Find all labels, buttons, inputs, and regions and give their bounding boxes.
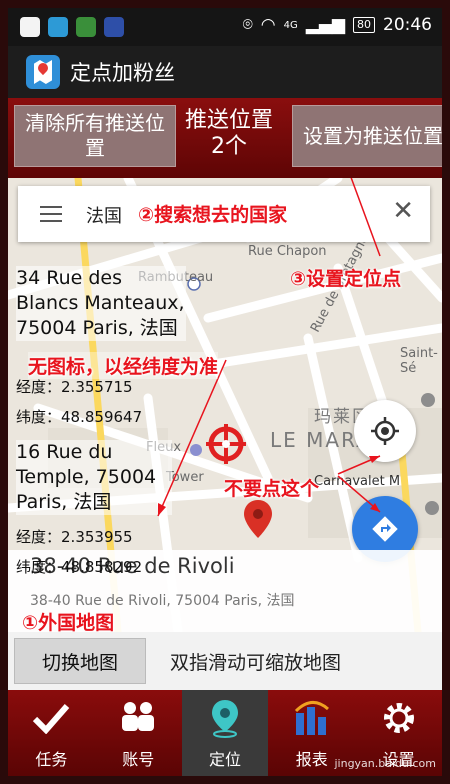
map-view[interactable]: Rambuteau Rue Chapon Rue de Bretagne Sai…: [8, 178, 442, 632]
watermark: jingyan.baidu.com: [334, 757, 436, 770]
qq-icon: [20, 17, 40, 37]
point-2-lng-label: 经度：: [16, 528, 62, 546]
search-input[interactable]: 法国: [86, 202, 122, 228]
security-icon: [76, 17, 96, 37]
app-logo-icon: [26, 55, 60, 89]
menu-icon[interactable]: [40, 206, 62, 222]
location-status-icon: ⌾: [242, 15, 253, 35]
signal-icon: ▂▄▆: [305, 15, 345, 35]
status-indicators: ⌾ ◠ 4G ▂▄▆ 80 20:46: [243, 15, 432, 35]
app-title: 定点加粉丝: [70, 61, 175, 85]
app-title-bar: 定点加粉丝: [8, 46, 442, 98]
annotation-no-icon: 无图标，以经纬度为准: [28, 352, 219, 379]
point-2-address: 16 Rue du Temple, 75004 Paris, 法国: [16, 440, 172, 515]
point-2-lat-label: 纬度：: [16, 558, 62, 576]
location-pin-icon: [203, 698, 247, 738]
battery-icon: 80: [353, 17, 375, 33]
my-location-icon: [371, 417, 399, 445]
place-address: 38-40 Rue de Rivoli, 75004 Paris, 法国: [30, 593, 295, 609]
users-icon: [116, 698, 160, 738]
point-1-lng-value: 2.355715: [61, 378, 133, 396]
push-toolbar: 清除所有推送位置 推送位置 2个 设置为推送位置: [8, 98, 442, 178]
nav-item-task[interactable]: 任务: [8, 690, 95, 776]
gallery-icon: [48, 17, 68, 37]
nav-label-account: 账号: [122, 750, 155, 769]
annotation-dont-click: 不要点这个: [224, 478, 320, 500]
set-push-location-button[interactable]: 设置为推送位置: [292, 105, 442, 167]
point-1-longitude: 经度：2.355715: [16, 376, 133, 397]
push-count-value: 2个: [211, 134, 247, 159]
point-2-lng-value: 2.353955: [61, 528, 133, 546]
point-2-lat-value: 48.858292: [61, 558, 143, 576]
map-label-carnavalet: Carnavalet M: [314, 474, 401, 489]
bottom-nav: 任务 账号 定位 报表 设置 jingyan.baidu.com: [8, 690, 442, 776]
directions-icon: [372, 516, 398, 542]
crosshair-target-icon: [206, 424, 246, 464]
bar-chart-icon: [290, 698, 334, 738]
clear-search-icon[interactable]: ✕: [392, 196, 414, 226]
nav-label-task: 任务: [35, 750, 68, 769]
annotation-search-country: ②搜索想去的国家: [138, 204, 288, 226]
clock: 20:46: [383, 15, 432, 35]
nav-item-account[interactable]: 账号: [95, 690, 182, 776]
status-bar: ⌾ ◠ 4G ▂▄▆ 80 20:46: [8, 8, 442, 46]
push-count: 推送位置 2个: [182, 108, 276, 160]
zoom-hint: 双指滑动可缩放地图: [170, 652, 342, 674]
annotation-set-point: ③设置定位点: [290, 268, 402, 290]
my-location-button[interactable]: [354, 400, 416, 462]
map-marker-icon[interactable]: [244, 500, 272, 538]
nav-label-location: 定位: [208, 750, 241, 769]
push-count-label: 推送位置: [184, 108, 273, 133]
phone-screen: ⌾ ◠ 4G ▂▄▆ 80 20:46 定点加粉丝 清除所有推送位置 推送位置 …: [8, 8, 442, 776]
point-1-lng-label: 经度：: [16, 378, 62, 396]
point-1-latitude: 纬度：48.859647: [16, 406, 142, 427]
map-label-saint-sebastien: Saint-Sé: [400, 346, 438, 376]
app-notification-icon: [104, 17, 124, 37]
checkmark-icon: [29, 698, 73, 738]
map-controls: 切换地图 双指滑动可缩放地图: [8, 632, 442, 690]
gear-icon: [377, 698, 421, 738]
map-label-chapon: Rue Chapon: [248, 244, 327, 259]
clear-all-push-button[interactable]: 清除所有推送位置: [14, 105, 176, 167]
point-2-latitude: 纬度：48.858292: [16, 556, 142, 577]
point-1-address: 34 Rue des Blancs Manteaux, 75004 Paris,…: [16, 266, 186, 341]
point-2-longitude: 经度：2.353955: [16, 526, 133, 547]
point-1-lat-label: 纬度：: [16, 408, 62, 426]
annotation-foreign-map: ①外国地图: [22, 612, 115, 632]
network-label: 4G: [283, 19, 298, 31]
nav-item-location[interactable]: 定位: [181, 690, 269, 776]
point-1-lat-value: 48.859647: [61, 408, 143, 426]
switch-map-button[interactable]: 切换地图: [14, 638, 146, 684]
wifi-icon: ◠: [260, 15, 276, 35]
